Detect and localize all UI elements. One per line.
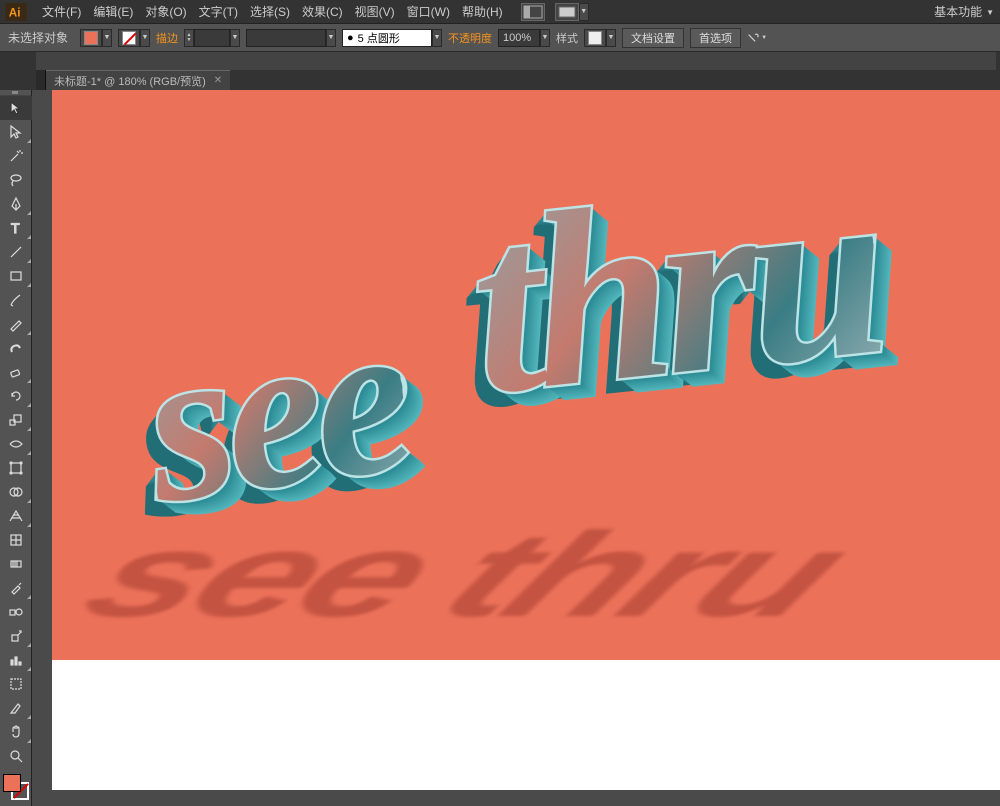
gradient-tool[interactable] <box>0 552 32 576</box>
menu-view[interactable]: 视图(V) <box>349 1 401 23</box>
selection-status: 未选择对象 <box>8 29 68 46</box>
fill-swatch[interactable] <box>80 29 102 47</box>
eraser-tool[interactable] <box>0 360 32 384</box>
graphic-style-swatch[interactable] <box>584 29 606 47</box>
mesh-tool[interactable] <box>0 528 32 552</box>
artboard-tool[interactable] <box>0 672 32 696</box>
document-setup-button[interactable]: 文档设置 <box>622 28 684 48</box>
fill-color-box[interactable] <box>3 774 21 792</box>
chevron-down-icon: ▼ <box>986 1 994 25</box>
artboard[interactable]: see thru thru thru thru see see see <box>52 90 1000 660</box>
free-transform-tool[interactable] <box>0 456 32 480</box>
menu-file[interactable]: 文件(F) <box>36 1 87 23</box>
fill-stroke-indicator[interactable] <box>1 772 31 802</box>
variable-width-dropdown[interactable]: ▼ <box>326 29 336 47</box>
workspace-switcher[interactable]: 基本功能 ▼ <box>934 0 994 24</box>
blob-brush-tool[interactable] <box>0 336 32 360</box>
pasteboard-area <box>52 660 1000 790</box>
zoom-tool[interactable] <box>0 744 32 768</box>
close-tab-icon[interactable]: ✕ <box>214 75 222 86</box>
variable-width-profile[interactable] <box>246 29 326 47</box>
preferences-button[interactable]: 首选项 <box>690 28 741 48</box>
stroke-weight-dropdown[interactable]: ▼ <box>230 29 240 47</box>
tools-panel: T <box>0 90 32 806</box>
slice-tool[interactable] <box>0 696 32 720</box>
menu-effect[interactable]: 效果(C) <box>296 1 349 23</box>
menu-window[interactable]: 窗口(W) <box>401 1 456 23</box>
stroke-weight-input[interactable] <box>194 29 230 47</box>
document-tab[interactable]: 未标题-1* @ 180% (RGB/预览) ✕ <box>46 70 230 90</box>
stroke-swatch[interactable] <box>118 29 140 47</box>
app-logo-icon: Ai <box>4 2 28 22</box>
graphic-style-dropdown[interactable]: ▼ <box>606 29 616 47</box>
svg-text:T: T <box>11 220 20 236</box>
menu-object[interactable]: 对象(O) <box>139 1 192 23</box>
tabwell-background <box>36 52 996 70</box>
selection-tool[interactable] <box>0 96 32 120</box>
magic-wand-tool[interactable] <box>0 144 32 168</box>
control-bar: 未选择对象 ▼ ▼ 描边 ▲▼ ▼ ▼ ● 5 点圆形 ▼ 不透明度 100% … <box>0 24 1000 52</box>
rectangle-tool[interactable] <box>0 264 32 288</box>
stroke-dropdown[interactable]: ▼ <box>140 29 150 47</box>
stroke-weight-stepper[interactable]: ▲▼ <box>184 29 194 47</box>
svg-text:Ai: Ai <box>9 6 21 19</box>
hand-tool[interactable] <box>0 720 32 744</box>
stroke-label[interactable]: 描边 <box>156 30 178 46</box>
menu-edit[interactable]: 编辑(E) <box>87 1 139 23</box>
brush-definition[interactable]: ● 5 点圆形 <box>342 29 432 47</box>
symbol-sprayer-tool[interactable] <box>0 624 32 648</box>
menu-type[interactable]: 文字(T) <box>193 1 244 23</box>
blend-tool[interactable] <box>0 600 32 624</box>
type-tool[interactable]: T <box>0 216 32 240</box>
fill-dropdown[interactable]: ▼ <box>102 29 112 47</box>
artwork-word1-face: see <box>131 268 421 554</box>
style-label: 样式 <box>556 30 578 46</box>
opacity-label[interactable]: 不透明度 <box>448 30 492 46</box>
opacity-dropdown[interactable]: ▼ <box>540 29 550 47</box>
shape-builder-tool[interactable] <box>0 480 32 504</box>
document-arrangement-dropdown[interactable]: ▼ <box>579 3 589 21</box>
document-tab-strip: 未标题-1* @ 180% (RGB/预览) ✕ <box>36 70 230 90</box>
tab-gripper[interactable] <box>36 70 46 90</box>
canvas-viewport[interactable]: see thru thru thru thru see see see <box>32 90 1000 806</box>
artwork-word2-face: thru <box>458 125 891 454</box>
pen-tool[interactable] <box>0 192 32 216</box>
workspace-label-text: 基本功能 <box>934 0 982 24</box>
lasso-tool[interactable] <box>0 168 32 192</box>
scale-tool[interactable] <box>0 408 32 432</box>
pencil-tool[interactable] <box>0 312 32 336</box>
menu-bar: Ai 文件(F) 编辑(E) 对象(O) 文字(T) 选择(S) 效果(C) 视… <box>0 0 1000 24</box>
line-segment-tool[interactable] <box>0 240 32 264</box>
document-arrangement-icon[interactable] <box>555 3 579 21</box>
menu-help[interactable]: 帮助(H) <box>456 1 509 23</box>
perspective-grid-tool[interactable] <box>0 504 32 528</box>
control-panel-menu-icon[interactable]: ▼ <box>747 29 767 47</box>
rotate-tool[interactable] <box>0 384 32 408</box>
paintbrush-tool[interactable] <box>0 288 32 312</box>
column-graph-tool[interactable] <box>0 648 32 672</box>
brush-dropdown[interactable]: ▼ <box>432 29 442 47</box>
width-tool[interactable] <box>0 432 32 456</box>
layout-icon[interactable] <box>521 3 545 21</box>
direct-selection-tool[interactable] <box>0 120 32 144</box>
opacity-input[interactable]: 100% <box>498 29 540 47</box>
menu-select[interactable]: 选择(S) <box>244 1 296 23</box>
document-tab-title: 未标题-1* @ 180% (RGB/预览) <box>54 73 206 89</box>
eyedropper-tool[interactable] <box>0 576 32 600</box>
